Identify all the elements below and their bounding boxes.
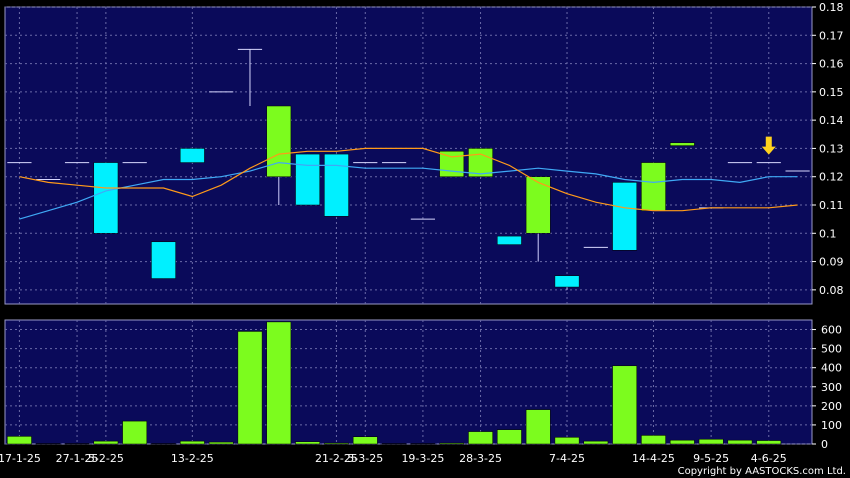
x-tick-label: 7-4-25 <box>549 452 585 465</box>
volume-tick-label: 0 <box>821 438 828 451</box>
volume-bar <box>641 435 666 445</box>
volume-tick-label: 500 <box>821 343 842 356</box>
volume-bar <box>295 441 320 445</box>
price-tick-label: 0.09 <box>819 256 844 269</box>
price-tick-label: 0.16 <box>819 58 844 71</box>
volume-bar <box>525 409 551 445</box>
candle-body <box>179 148 205 163</box>
volume-tick-label: 600 <box>821 324 842 337</box>
copyright-text: Copyright by AASTOCKS.com Ltd. <box>677 466 846 477</box>
volume-bar <box>468 431 493 445</box>
volume-bar <box>439 442 465 445</box>
x-tick-label: 14-4-25 <box>632 452 675 465</box>
volume-bar <box>179 440 205 445</box>
x-tick-label: 5-2-25 <box>88 452 124 465</box>
candle-body <box>468 148 493 177</box>
candle-body <box>93 162 119 234</box>
volume-bar <box>669 439 695 445</box>
volume-bar <box>612 365 638 445</box>
volume-bar <box>698 438 724 445</box>
candle-body <box>669 142 695 146</box>
volume-bar <box>727 439 753 445</box>
x-tick-label: 5-3-25 <box>347 452 383 465</box>
candle-body <box>612 182 638 251</box>
volume-bar <box>352 436 378 445</box>
candle-body <box>295 153 320 206</box>
price-tick-label: 0.18 <box>819 1 844 14</box>
price-tick-label: 0.11 <box>819 199 844 212</box>
x-tick-label: 19-3-25 <box>401 452 444 465</box>
price-tick-label: 0.1 <box>819 227 837 240</box>
candle-body <box>266 105 292 177</box>
price-tick-label: 0.12 <box>819 171 844 184</box>
price-panel <box>4 6 813 305</box>
volume-bar <box>324 442 349 445</box>
candle-body <box>554 275 580 288</box>
volume-tick-label: 100 <box>821 419 842 432</box>
volume-tick-label: 200 <box>821 400 842 413</box>
x-tick-label: 9-5-25 <box>693 452 729 465</box>
volume-bar <box>554 437 580 445</box>
volume-bar <box>7 436 32 445</box>
volume-bar <box>122 420 148 445</box>
stock-chart: 0.08 0.09 0.1 0.11 0.12 0.13 0.14 0.15 0.16 0.17 0… <box>0 1 844 465</box>
volume-bar <box>583 440 609 445</box>
price-tick-label: 0.15 <box>819 86 844 99</box>
candle-body <box>151 241 176 279</box>
volume-bar <box>756 440 782 445</box>
volume-bar <box>93 440 119 445</box>
volume-bar <box>237 331 263 445</box>
candle-body <box>439 151 465 177</box>
price-tick-label: 0.14 <box>819 114 844 127</box>
volume-bar <box>208 441 234 445</box>
volume-tick-label: 300 <box>821 381 842 394</box>
candle-body <box>641 162 666 211</box>
price-tick-label: 0.08 <box>819 284 844 297</box>
volume-bar <box>266 321 292 445</box>
x-tick-label: 4-6-25 <box>751 452 787 465</box>
price-tick-label: 0.17 <box>819 29 844 42</box>
price-tick-label: 0.13 <box>819 142 844 155</box>
volume-bar <box>497 429 522 445</box>
candle-body <box>324 153 349 217</box>
x-tick-label: 13-2-25 <box>171 452 214 465</box>
volume-tick-label: 400 <box>821 362 842 375</box>
x-tick-label: 28-3-25 <box>459 452 502 465</box>
x-tick-label: 17-1-25 <box>0 452 41 465</box>
candle-body <box>497 235 522 245</box>
